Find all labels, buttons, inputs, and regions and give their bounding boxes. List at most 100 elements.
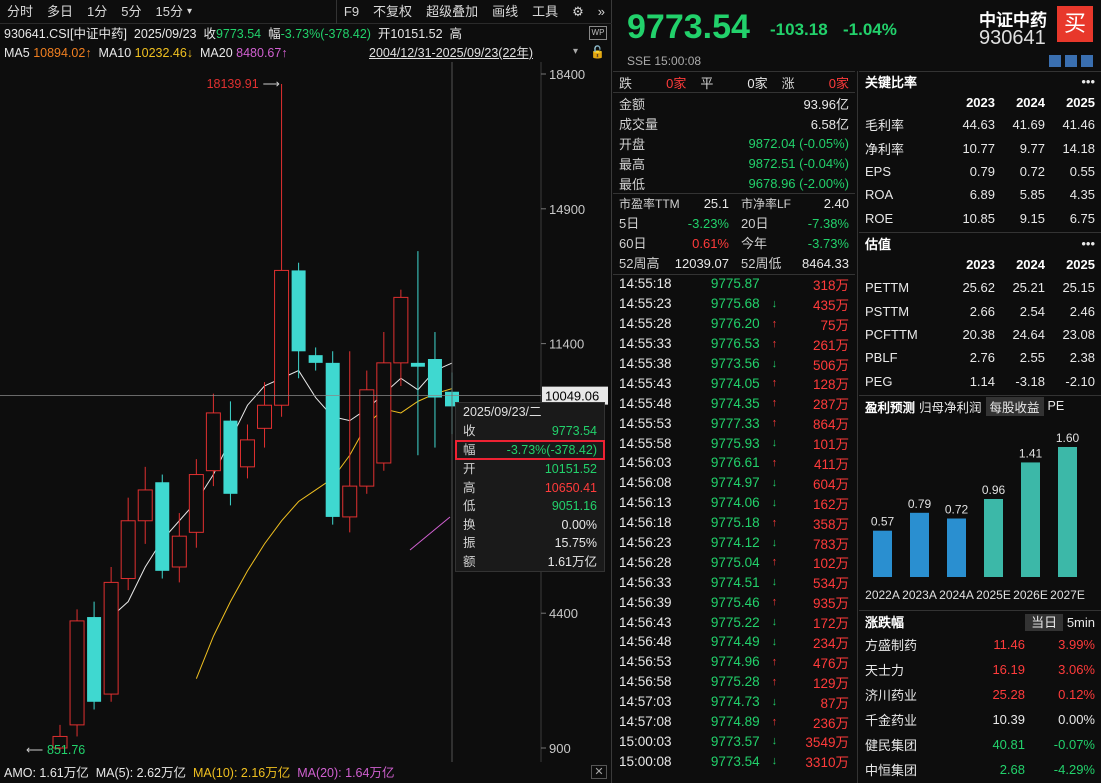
range-dropdown-icon[interactable]: ▾	[573, 46, 578, 57]
forecast-value-label: 0.96	[982, 483, 1006, 497]
candle[interactable]	[325, 351, 340, 525]
metric-value: 41.69	[1012, 117, 1045, 133]
fullscreen-icon[interactable]	[1081, 55, 1093, 67]
candle[interactable]	[137, 466, 153, 544]
tick-price: 9775.28	[710, 674, 760, 690]
metric-label: PEG	[865, 373, 893, 389]
candle[interactable]	[205, 393, 221, 487]
tick-time: 14:56:28	[619, 554, 672, 570]
ratios-row: EPS 0.79 0.72 0.55	[859, 160, 1101, 183]
tick-price: 9776.53	[710, 336, 760, 352]
mover-row[interactable]: 天士力 16.19 3.06%	[859, 657, 1101, 682]
tooltip-value: 0.00%	[561, 517, 597, 532]
tab-intraday[interactable]: 分时	[0, 0, 40, 24]
tick-time: 14:55:43	[619, 375, 672, 391]
rise-count: 0家	[828, 75, 849, 91]
export-icon[interactable]: WP	[589, 26, 607, 40]
overlay-button[interactable]: 超级叠加	[419, 0, 485, 24]
tick-arrow-icon: ↓	[771, 576, 778, 589]
tick-time: 14:56:58	[619, 674, 672, 690]
tick-price: 9775.87	[710, 276, 760, 292]
tick-time: 14:55:23	[619, 296, 672, 312]
metric-value: 0.79	[969, 163, 995, 179]
tick-arrow-icon: ↑	[771, 397, 778, 410]
tab-5min[interactable]: 5分	[114, 0, 148, 24]
candle[interactable]	[188, 459, 204, 548]
mover-row[interactable]: 方盛制药 11.46 3.99%	[859, 632, 1101, 657]
movers-list[interactable]: 方盛制药 11.46 3.99% 天士力 16.19 3.06% 济川药业 25.28 0.12…	[859, 632, 1101, 782]
candle[interactable]	[120, 497, 136, 591]
period-dropdown-icon[interactable]: ▾	[185, 0, 199, 24]
d5-label: 5日	[619, 216, 640, 231]
forecast-bar	[1021, 462, 1040, 577]
buy-button[interactable]: 买	[1057, 6, 1093, 42]
tick-time: 14:55:48	[619, 395, 672, 411]
forecast-value-label: 0.57	[871, 515, 895, 529]
tick-list[interactable]: 14:55:18 9775.87 318万 14:55:23 9775.68 ↓ 435万 1…	[613, 274, 855, 771]
candle[interactable]	[359, 370, 375, 494]
forecast-year-label: 2027E	[1050, 588, 1085, 602]
candle[interactable]	[171, 513, 187, 583]
candle[interactable]	[155, 474, 170, 579]
forecast-bar	[984, 498, 1003, 577]
metric-value: 25.15	[1062, 280, 1095, 296]
candle[interactable]	[103, 566, 119, 702]
mover-row[interactable]: 千金药业 10.39 0.00%	[859, 707, 1101, 732]
draw-button[interactable]: 画线	[485, 0, 525, 24]
tab-multiday[interactable]: 多日	[40, 0, 80, 24]
tools-button[interactable]: 工具	[525, 0, 565, 24]
candle[interactable]	[274, 84, 290, 417]
tick-row: 14:57:08 9774.89 ↑ 236万	[613, 712, 855, 732]
tooltip-label: 低	[463, 499, 476, 513]
tab-1min[interactable]: 1分	[80, 0, 114, 24]
mover-row[interactable]: 济川药业 25.28 0.12%	[859, 682, 1101, 707]
candle[interactable]	[342, 351, 358, 533]
mover-row[interactable]: 中恒集团 2.68 -4.29%	[859, 757, 1101, 782]
forecast-year-label: 2026E	[1013, 588, 1048, 602]
tick-arrow-icon: ↑	[771, 655, 778, 668]
lock-icon[interactable]: 🔓	[590, 45, 605, 59]
candle[interactable]	[239, 424, 255, 479]
edit-icon[interactable]	[1049, 55, 1061, 67]
candle[interactable]	[223, 401, 238, 506]
close-icon[interactable]: ✕	[591, 765, 607, 779]
candle[interactable]	[410, 251, 425, 456]
share-icon[interactable]	[1065, 55, 1077, 67]
candle[interactable]	[376, 332, 392, 471]
tooltip-value: 9773.54	[551, 423, 597, 438]
ytd-value: -3.73%	[807, 236, 849, 251]
forecast-value-label: 0.72	[945, 502, 969, 516]
candle[interactable]	[291, 262, 306, 379]
tab-eps[interactable]: 每股收益	[985, 396, 1044, 416]
collapse-icon[interactable]: »	[591, 0, 612, 24]
candle[interactable]	[393, 289, 409, 386]
gear-icon[interactable]: ⚙	[565, 0, 591, 24]
tab-pe[interactable]: PE	[1048, 399, 1065, 413]
adjust-button[interactable]: 不复权	[366, 0, 419, 24]
tab-15min[interactable]: 15分	[149, 0, 185, 24]
more-icon[interactable]: •••	[1081, 74, 1095, 89]
candle[interactable]	[87, 601, 102, 710]
f9-button[interactable]: F9	[335, 0, 366, 24]
more-icon[interactable]: •••	[1081, 236, 1095, 251]
tick-volume: 75万	[820, 317, 849, 333]
tab-today[interactable]: 当日	[1025, 613, 1064, 631]
tooltip-label: 幅	[463, 443, 476, 457]
tick-volume: 476万	[812, 655, 849, 671]
tick-price: 9776.20	[710, 316, 760, 332]
tick-volume: 318万	[812, 277, 849, 293]
candle[interactable]	[69, 609, 85, 737]
ma5-label: MA5	[4, 46, 30, 60]
date-range-selector[interactable]: 2004/12/31-2025/09/23(22年)	[369, 44, 533, 62]
candle[interactable]	[308, 347, 323, 371]
tick-time: 14:55:33	[619, 336, 672, 352]
d5-value: -3.23%	[687, 216, 729, 231]
tab-net-profit[interactable]: 归母净利润	[919, 397, 982, 416]
mover-row[interactable]: 健民集团 40.81 -0.07%	[859, 732, 1101, 757]
candle[interactable]	[427, 332, 442, 448]
metric-value: 2.38	[1069, 350, 1095, 366]
tick-time: 14:56:48	[619, 634, 672, 650]
tab-5min[interactable]: 5min	[1067, 615, 1095, 630]
ma5-value: 10894.02↑	[33, 46, 92, 60]
tick-price: 9775.46	[710, 594, 760, 610]
